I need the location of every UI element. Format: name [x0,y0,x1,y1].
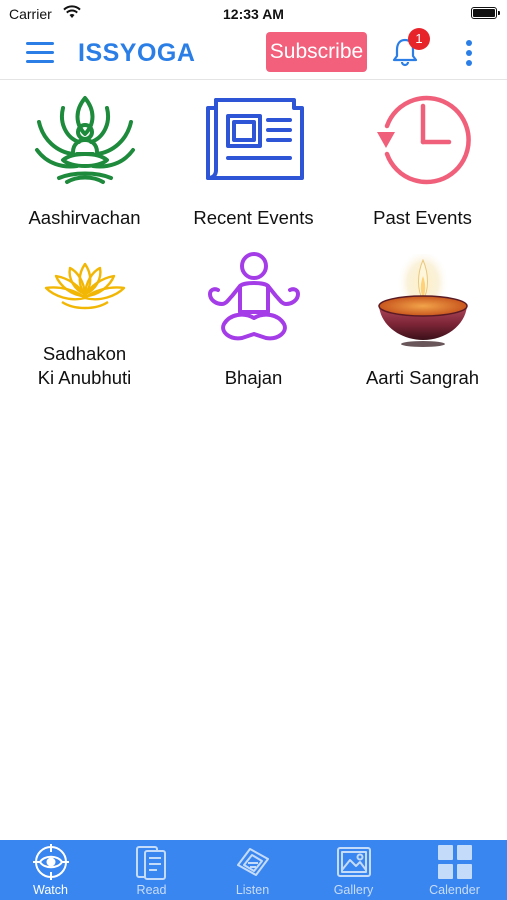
radio-waves-icon [237,848,269,876]
tile-label-sadhakon-line2: Ki Anubhuti [37,367,132,388]
status-bar: Carrier 12:33 AM [0,0,507,28]
tab-label-listen: Listen [235,883,270,897]
tile-label-past-events: Past Events [373,207,472,228]
target-eye-icon [33,844,69,880]
tile-aashirvachan[interactable]: Aashirvachan [0,90,169,240]
tab-label-gallery: Gallery [333,883,374,897]
tab-listen[interactable]: Listen [202,840,303,900]
tile-aarti-sangrah[interactable]: Aarti Sangrah [338,250,507,395]
yoga-pose-icon [207,252,300,341]
hamburger-menu-icon[interactable] [24,40,56,66]
tab-label-read: Read [136,883,167,897]
tab-label-watch: Watch [33,883,68,897]
history-clock-icon [376,95,471,185]
app-header: ISSYOGA Subscribe 1 [0,28,507,80]
tile-label-aarti-sangrah: Aarti Sangrah [365,367,480,388]
meditating-guru-lotus-icon [34,96,135,184]
tile-sadhakon-ki-anubhuti[interactable]: Sadhakon Ki Anubhuti [0,250,169,395]
newspaper-icon [205,98,304,180]
diya-lamp-icon [377,254,468,347]
tile-recent-events[interactable]: Recent Events [169,90,338,240]
book-icon [136,846,166,880]
notification-badge: 1 [408,28,430,50]
tile-label-sadhakon-line1: Sadhakon [42,343,127,364]
tab-watch[interactable]: Watch [0,840,101,900]
grid-calendar-icon [438,845,472,879]
tile-label-aashirvachan: Aashirvachan [28,207,141,228]
tile-label-recent-events: Recent Events [193,207,314,228]
status-time: 12:33 AM [223,6,284,22]
bottom-tab-bar: Watch Read Listen Gallery Calender [0,840,507,900]
tile-bhajan[interactable]: Bhajan [169,250,338,395]
tab-gallery[interactable]: Gallery [303,840,404,900]
golden-lotus-icon [44,262,125,310]
tile-label-bhajan: Bhajan [224,367,283,388]
tab-label-calender: Calender [429,883,480,897]
subscribe-button[interactable]: Subscribe [266,32,367,72]
image-gallery-icon [337,847,371,877]
app-title: ISSYOGA [78,39,196,67]
battery-icon [471,7,500,19]
tile-past-events[interactable]: Past Events [338,90,507,240]
more-options-icon[interactable] [462,38,476,68]
tab-read[interactable]: Read [101,840,202,900]
tab-calender[interactable]: Calender [404,840,505,900]
